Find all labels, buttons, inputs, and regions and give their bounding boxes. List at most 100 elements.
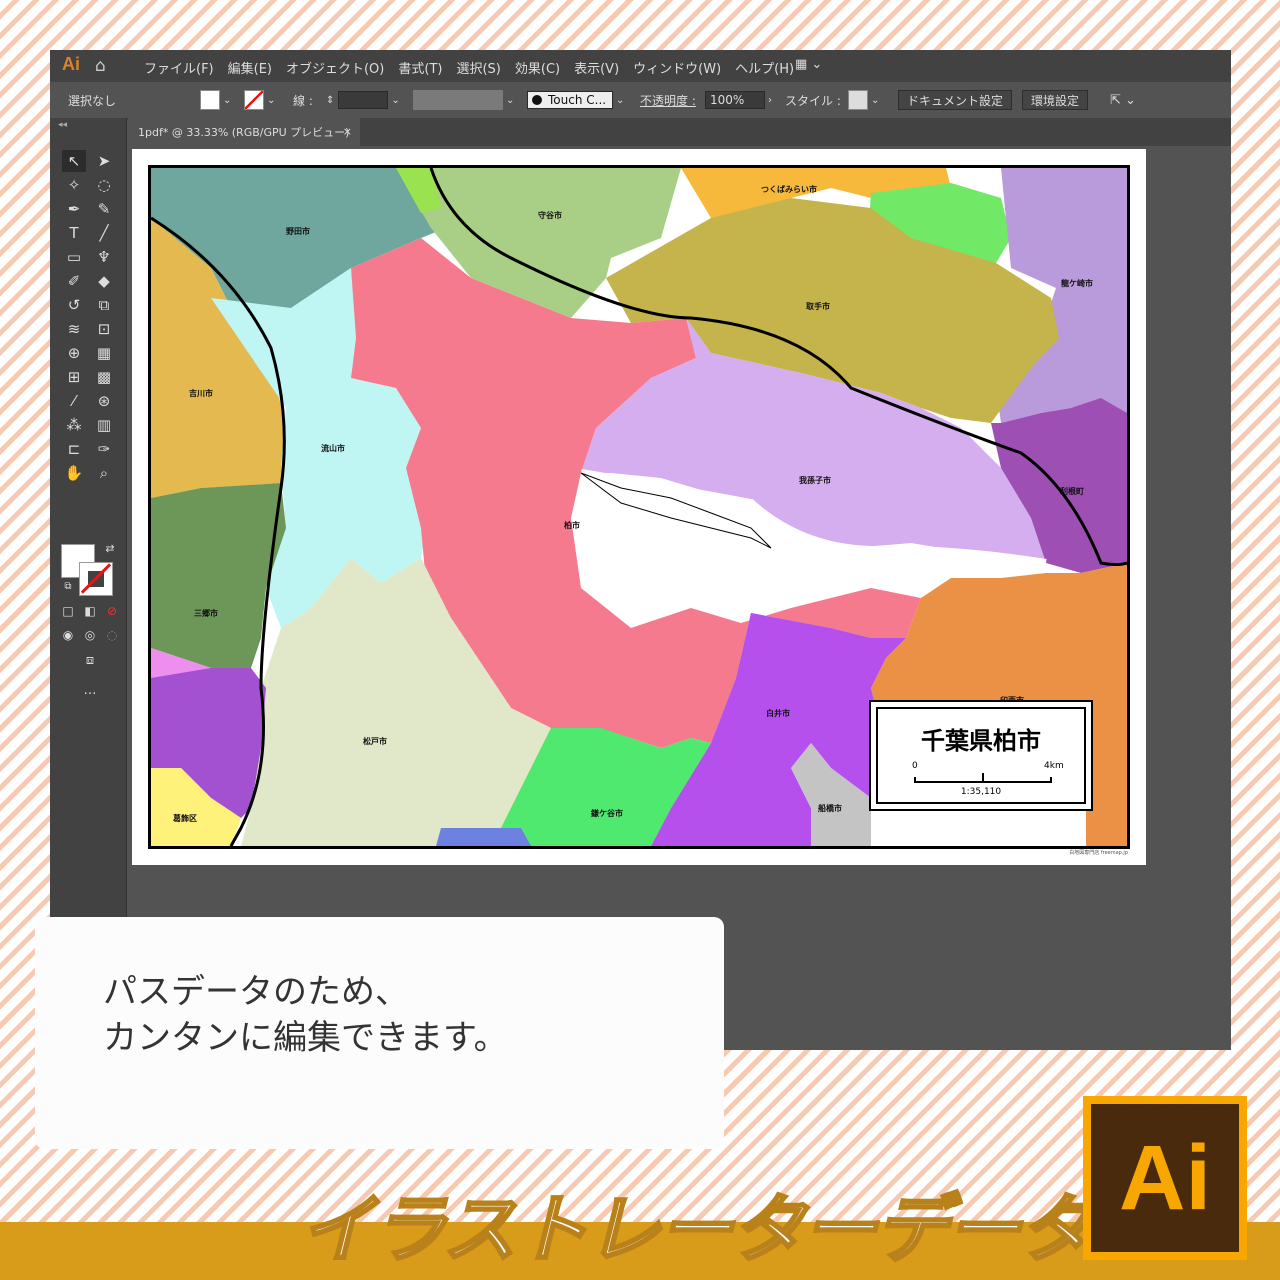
rotate-tool-icon[interactable]: ↺ (62, 294, 86, 316)
zoom-tool-icon[interactable]: ⌕ (92, 462, 116, 484)
screen-mode-icon[interactable]: ⧈ (78, 650, 102, 672)
menu-view[interactable]: 表示(V) (574, 58, 619, 77)
eyedropper-icon[interactable]: ⁄ (62, 390, 86, 412)
gradient-mode-icon[interactable]: ◧ (78, 600, 102, 622)
preferences-button[interactable]: 環境設定 (1022, 90, 1089, 110)
map-label-tone: 利根町 (1060, 487, 1084, 496)
selection-tool-icon[interactable]: ↖ (62, 150, 86, 172)
chevron-right-icon[interactable]: › (768, 95, 772, 106)
variable-width-profile[interactable]: ⌄ (413, 90, 514, 110)
stroke-weight-input[interactable] (338, 91, 389, 109)
brush-definition[interactable]: Touch C... ⌄ (527, 90, 624, 110)
slice-tool-icon[interactable]: ✑ (92, 438, 116, 460)
fill-color-control[interactable]: ⌄ (200, 90, 231, 110)
draw-inside-icon[interactable]: ◌ (100, 624, 124, 646)
magic-wand-icon[interactable]: ✧ (62, 174, 86, 196)
artboard-tool-icon[interactable]: ⊏ (62, 438, 86, 460)
menu-effect[interactable]: 効果(C) (515, 58, 560, 77)
menu-help[interactable]: ヘルプ(H) (735, 58, 794, 77)
shape-builder-icon[interactable]: ⊕ (62, 342, 86, 364)
collapse-icon[interactable]: ◂◂ (58, 120, 67, 130)
document-settings-button[interactable]: ドキュメント設定 (898, 90, 1013, 110)
arrange-icon[interactable]: ⇱ ⌄ (1110, 90, 1136, 110)
menu-file[interactable]: ファイル(F) (144, 58, 214, 77)
artboard[interactable]: 野田市 守谷市 つくばみらい市 龍ケ崎市 取手市 吉川市 流山市 柏市 我孫子市… (132, 149, 1146, 865)
document-tab-strip: 1pdf* @ 33.33% (RGB/GPU プレビュー) × (128, 118, 1231, 146)
opacity-label[interactable]: 不透明度 : (640, 90, 696, 110)
callout-box: パスデータのため、 カンタンに編集できます。 (35, 917, 724, 1149)
draw-behind-icon[interactable]: ◎ (78, 624, 102, 646)
preferences-label[interactable]: 環境設定 (1022, 90, 1089, 110)
region-blue[interactable] (436, 828, 531, 846)
eraser-icon[interactable]: ◆ (92, 270, 116, 292)
workspace-switcher-icon[interactable]: ▦ ⌄ (795, 57, 822, 72)
hand-tool-icon[interactable]: ✋ (62, 462, 86, 484)
menu-type[interactable]: 書式(T) (398, 58, 442, 77)
mesh-tool-icon[interactable]: ⊞ (62, 366, 86, 388)
menu-object[interactable]: オブジェクト(O) (286, 58, 384, 77)
curvature-tool-icon[interactable]: ✎ (92, 198, 116, 220)
none-mode-icon[interactable]: ⊘ (100, 600, 124, 622)
document-tab[interactable]: 1pdf* @ 33.33% (RGB/GPU プレビュー) × (128, 118, 360, 146)
region-misato[interactable] (151, 483, 286, 668)
map-legend: 千葉県柏市 0 4km 1:35,110 (869, 700, 1093, 811)
document-settings-label[interactable]: ドキュメント設定 (898, 90, 1013, 110)
illustrator-badge: Ai (1083, 1096, 1247, 1260)
brush-name: Touch C... (548, 93, 607, 107)
profile-field[interactable] (413, 90, 503, 110)
swap-colors-icon[interactable]: ⇄ (98, 538, 122, 560)
color-mode-icon[interactable]: □ (56, 600, 80, 622)
brush-field[interactable]: Touch C... (527, 91, 613, 109)
scale-tool-icon[interactable]: ⧉ (92, 294, 116, 316)
paintbrush-icon[interactable]: ♆ (92, 246, 116, 268)
menu-select[interactable]: 選択(S) (456, 58, 500, 77)
chevron-down-icon[interactable]: ⌄ (223, 95, 231, 106)
map-label-yoshikawa: 吉川市 (189, 389, 213, 398)
graph-tool-icon[interactable]: ▥ (92, 414, 116, 436)
default-colors-icon[interactable]: ⧉ (56, 576, 80, 598)
style-swatch[interactable] (848, 90, 868, 110)
draw-normal-icon[interactable]: ◉ (56, 624, 80, 646)
scale-ratio: 1:35,110 (960, 787, 1002, 797)
home-icon[interactable]: ⌂ (95, 56, 115, 76)
gradient-tool-icon[interactable]: ▩ (92, 366, 116, 388)
stepper-icon[interactable]: ⇕ (326, 95, 334, 106)
graphic-style-control[interactable]: ⌄ (848, 90, 879, 110)
shaper-tool-icon[interactable]: ✐ (62, 270, 86, 292)
lasso-icon[interactable]: ◌ (92, 174, 116, 196)
map-label-ryugasaki: 龍ケ崎市 (1061, 279, 1093, 288)
stroke-weight[interactable]: ⇕ ⌄ (326, 90, 400, 110)
legend-inner: 千葉県柏市 0 4km 1:35,110 (876, 707, 1086, 804)
callout-text: パスデータのため、 カンタンに編集できます。 (103, 969, 508, 1061)
chevron-down-icon[interactable]: ⌄ (391, 95, 399, 106)
more-tools-icon[interactable]: … (78, 680, 102, 702)
line-tool-icon[interactable]: ╱ (92, 222, 116, 244)
perspective-grid-icon[interactable]: ▦ (92, 342, 116, 364)
direct-selection-tool-icon[interactable]: ➤ (92, 150, 116, 172)
symbol-sprayer-icon[interactable]: ⁂ (62, 414, 86, 436)
badge-inner: Ai (1091, 1104, 1239, 1252)
stroke-swatch[interactable] (244, 90, 264, 110)
menu-edit[interactable]: 編集(E) (228, 58, 272, 77)
map-label-katsushika: 葛飾区 (173, 814, 197, 823)
ai-logo: Ai (62, 54, 80, 74)
stroke-color-control[interactable]: ⌄ (244, 90, 275, 110)
type-tool-icon[interactable]: T (62, 222, 86, 244)
map-label-shiroi: 白井市 (766, 709, 790, 718)
pen-tool-icon[interactable]: ✒ (62, 198, 86, 220)
chevron-down-icon[interactable]: ⌄ (871, 95, 879, 106)
opacity-control[interactable]: 100% › (705, 90, 772, 110)
map-label-misato: 三郷市 (194, 609, 218, 618)
stroke-color-box[interactable] (79, 562, 113, 596)
blend-tool-icon[interactable]: ⊛ (92, 390, 116, 412)
warp-tool-icon[interactable]: ≋ (62, 318, 86, 340)
opacity-input[interactable]: 100% (705, 91, 765, 109)
rectangle-tool-icon[interactable]: ▭ (62, 246, 86, 268)
chevron-down-icon[interactable]: ⌄ (267, 95, 275, 106)
free-transform-icon[interactable]: ⊡ (92, 318, 116, 340)
menu-window[interactable]: ウィンドウ(W) (633, 58, 721, 77)
close-icon[interactable]: × (343, 125, 352, 138)
fill-swatch[interactable] (200, 90, 220, 110)
chevron-down-icon[interactable]: ⌄ (506, 95, 514, 106)
chevron-down-icon[interactable]: ⌄ (616, 95, 624, 106)
